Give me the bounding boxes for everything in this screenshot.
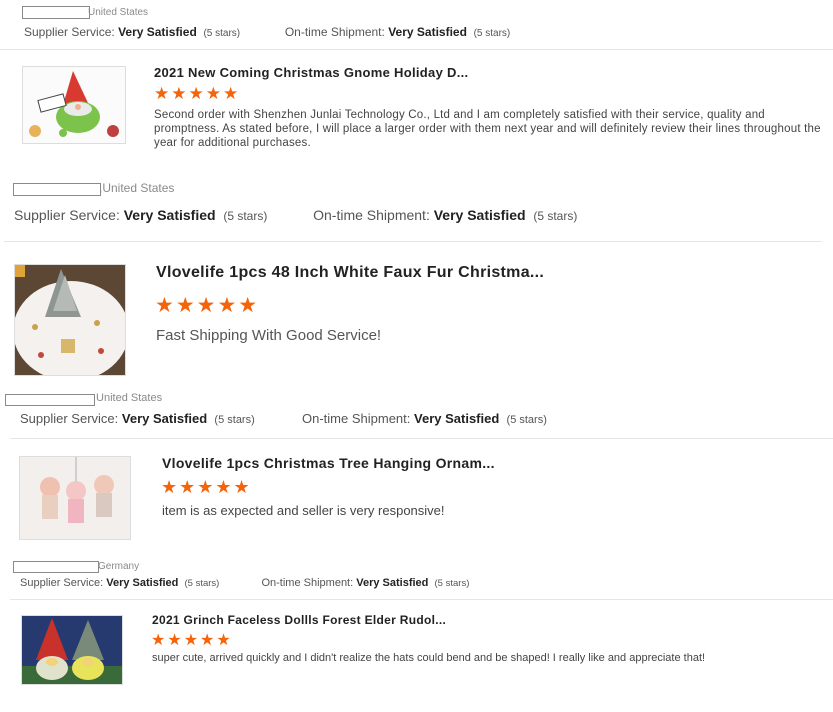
redacted-username: [22, 6, 90, 19]
divider: [10, 438, 833, 439]
product-title[interactable]: 2021 New Coming Christmas Gnome Holiday …: [154, 65, 468, 80]
tree-skirt-image: [15, 265, 125, 375]
redacted-username: [5, 394, 95, 406]
divider: [0, 49, 833, 50]
divider: [4, 241, 822, 242]
reviewer-location: Germany: [98, 561, 140, 572]
review-text: Fast Shipping With Good Service!: [156, 327, 382, 344]
star-rating: ★★★★★: [155, 294, 260, 317]
redacted-username: [13, 183, 101, 196]
review-text: Second order with Shenzhen Junlai Techno…: [154, 109, 821, 149]
star-rating: ★★★★★: [154, 84, 241, 103]
product-thumbnail[interactable]: [21, 615, 123, 685]
star-rating: ★★★★★: [151, 632, 233, 649]
rating-summary: Supplier Service: Very Satisfied (5 star…: [20, 411, 547, 426]
review-text: item is as expected and seller is very r…: [162, 503, 445, 518]
rating-summary: Supplier Service: Very Satisfied (5 star…: [14, 207, 578, 223]
reviewer-location: ,United States: [99, 181, 175, 195]
rating-summary: Supplier Service: Very Satisfied (5 star…: [20, 577, 470, 589]
product-title[interactable]: 2021 Grinch Faceless Dollls Forest Elder…: [152, 613, 446, 627]
product-title[interactable]: Vlovelife 1pcs 48 Inch White Faux Fur Ch…: [156, 264, 544, 282]
product-title[interactable]: Vlovelife 1pcs Christmas Tree Hanging Or…: [162, 455, 495, 471]
reviewer-location: United States: [88, 7, 149, 18]
review-text: super cute, arrived quickly and I didn't…: [152, 652, 706, 664]
rating-summary: Supplier Service: Very Satisfied (5 star…: [24, 25, 511, 39]
product-thumbnail[interactable]: [14, 264, 126, 376]
reviewer-location: ,United States: [93, 392, 163, 404]
redacted-username: [13, 561, 99, 573]
product-thumbnail[interactable]: [22, 66, 126, 144]
ornament-image: [20, 457, 130, 539]
star-rating: ★★★★★: [161, 477, 252, 497]
gnome-image: [23, 67, 125, 143]
product-thumbnail[interactable]: [19, 456, 131, 540]
divider: [10, 599, 833, 600]
gnome-dolls-image: [22, 616, 122, 684]
